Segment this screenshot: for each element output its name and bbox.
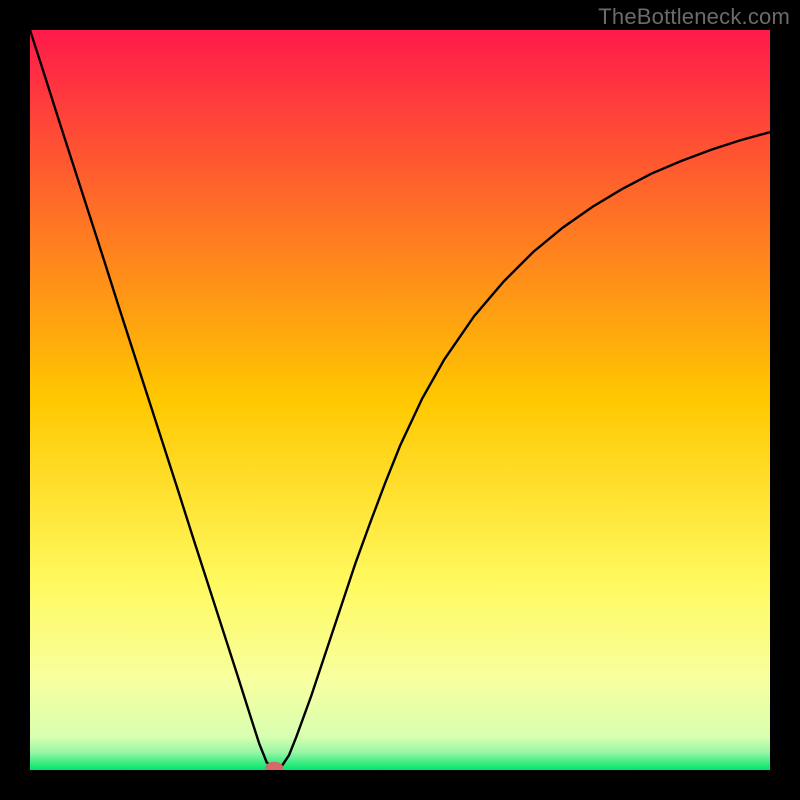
gradient-background <box>30 30 770 770</box>
watermark-text: TheBottleneck.com <box>598 4 790 30</box>
chart-frame: TheBottleneck.com <box>0 0 800 800</box>
plot-area <box>30 30 770 770</box>
chart-svg <box>30 30 770 770</box>
